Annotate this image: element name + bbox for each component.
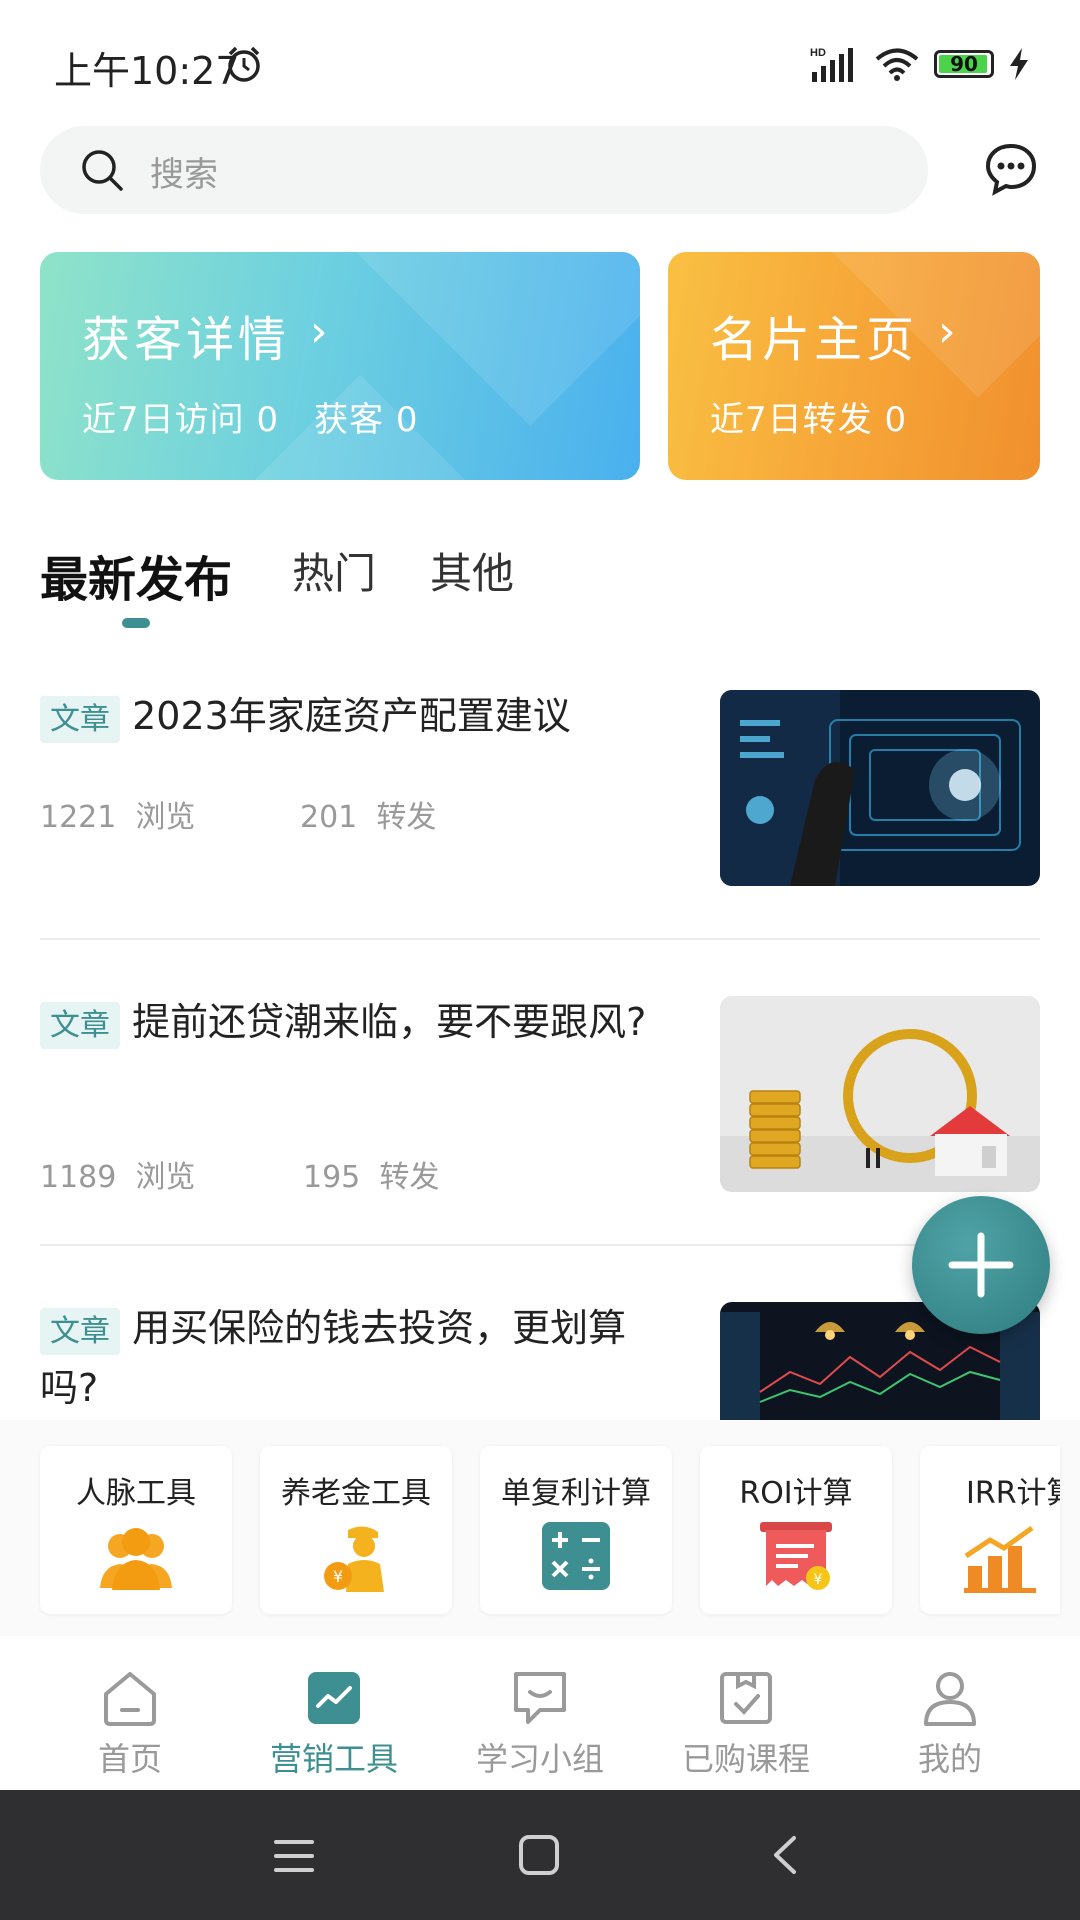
search-input[interactable]: 搜索 xyxy=(150,147,218,196)
nav-study-group[interactable]: 学习小组 xyxy=(440,1668,640,1780)
plus-icon xyxy=(948,1232,1014,1298)
views-count: 1221 浏览 xyxy=(40,800,196,835)
article-tag: 文章 xyxy=(40,1308,120,1355)
nav-profile[interactable]: 我的 xyxy=(850,1668,1050,1780)
shares-count: 195 转发 xyxy=(303,1160,440,1195)
tool-label: 单复利计算 xyxy=(501,1476,651,1511)
tool-pension[interactable]: 养老金工具 ¥ xyxy=(260,1446,452,1614)
tool-label: ROI计算 xyxy=(739,1476,853,1511)
user-icon xyxy=(924,1672,976,1726)
divider xyxy=(40,938,1040,940)
business-card-home-card[interactable]: 名片主页 › 近7日转发 0 xyxy=(668,252,1040,480)
tool-contacts[interactable]: 人脉工具 xyxy=(40,1446,232,1614)
chat-bubble-icon xyxy=(514,1672,566,1724)
chevron-right-icon: › xyxy=(310,306,328,357)
article-thumbnail[interactable] xyxy=(720,996,1040,1192)
battery-icon: 90 xyxy=(934,50,994,78)
signal-icon: HD xyxy=(810,47,853,82)
course-box-icon xyxy=(720,1672,772,1724)
tab-latest[interactable]: 最新发布 xyxy=(40,540,232,610)
back-icon[interactable] xyxy=(770,1834,800,1876)
card-stats: 近7日访问 0 获客 0 xyxy=(82,400,419,440)
card-stats: 近7日转发 0 xyxy=(710,400,908,440)
nav-label: 学习小组 xyxy=(475,1740,604,1778)
menu-icon[interactable] xyxy=(274,1836,314,1876)
list-item[interactable]: 文章 用买保险的钱去投资，更划算吗? xyxy=(40,1300,680,1416)
home-square-icon[interactable] xyxy=(518,1834,560,1876)
trend-chart-icon xyxy=(308,1672,360,1724)
wifi-icon xyxy=(875,48,919,81)
nav-home[interactable]: 首页 xyxy=(30,1668,230,1780)
tool-roi-calculator[interactable]: ROI计算 ¥ xyxy=(700,1446,892,1614)
nav-marketing-tools[interactable]: 营销工具 xyxy=(234,1668,434,1780)
article-tag: 文章 xyxy=(40,696,120,743)
status-indicators: HD 90 xyxy=(810,44,1030,84)
card-title: 名片主页 xyxy=(710,312,919,368)
tab-other[interactable]: 其他 xyxy=(430,540,514,601)
views-count: 1189 浏览 xyxy=(40,1160,196,1195)
alarm-icon xyxy=(228,46,260,82)
tool-interest-calculator[interactable]: 单复利计算 xyxy=(480,1446,672,1614)
svg-text:¥: ¥ xyxy=(333,1567,343,1586)
nav-label: 已购课程 xyxy=(681,1740,810,1778)
svg-text:HD: HD xyxy=(810,47,826,59)
tab-hot[interactable]: 热门 xyxy=(292,540,376,601)
bar-chart-icon xyxy=(964,1525,1036,1593)
nav-label: 首页 xyxy=(97,1740,162,1778)
battery-level: 90 xyxy=(950,52,978,76)
home-icon xyxy=(104,1672,156,1726)
pension-icon: ¥ xyxy=(324,1526,384,1592)
message-icon[interactable] xyxy=(984,142,1038,196)
customer-details-card[interactable]: 获客详情 › 近7日访问 0 获客 0 xyxy=(40,252,640,480)
nav-label: 营销工具 xyxy=(269,1740,398,1778)
list-item[interactable]: 文章 2023年家庭资产配置建议 xyxy=(40,688,680,748)
divider xyxy=(40,1244,1040,1246)
article-title: 文章 2023年家庭资产配置建议 xyxy=(40,688,680,748)
list-item[interactable]: 文章 提前还贷潮来临，要不要跟风? xyxy=(40,994,680,1054)
people-icon xyxy=(100,1528,172,1590)
article-title: 文章 提前还贷潮来临，要不要跟风? xyxy=(40,994,680,1054)
tool-label: 人脉工具 xyxy=(76,1476,196,1511)
nav-label: 我的 xyxy=(917,1740,982,1778)
system-nav-bar xyxy=(0,1790,1080,1920)
shares-count: 201 转发 xyxy=(300,800,437,835)
status-time: 上午10:27 xyxy=(54,49,240,93)
nav-purchased-courses[interactable]: 已购课程 xyxy=(646,1668,846,1780)
receipt-icon: ¥ xyxy=(760,1522,832,1590)
calculator-icon xyxy=(542,1522,610,1590)
charging-icon xyxy=(1010,48,1028,80)
add-button[interactable] xyxy=(912,1196,1050,1334)
chevron-right-icon: › xyxy=(938,306,956,357)
tool-label: 养老金工具 xyxy=(281,1476,431,1511)
card-title: 获客详情 xyxy=(82,312,291,368)
tool-label: IRR计算 xyxy=(966,1476,1060,1511)
tool-irr-calculator[interactable]: IRR计算 xyxy=(920,1446,1060,1614)
article-tag: 文章 xyxy=(40,1002,120,1049)
article-title: 文章 用买保险的钱去投资，更划算吗? xyxy=(40,1306,627,1410)
tab-indicator xyxy=(122,618,150,628)
article-thumbnail[interactable] xyxy=(720,690,1040,886)
svg-text:¥: ¥ xyxy=(814,1572,823,1588)
search-icon xyxy=(82,150,123,191)
